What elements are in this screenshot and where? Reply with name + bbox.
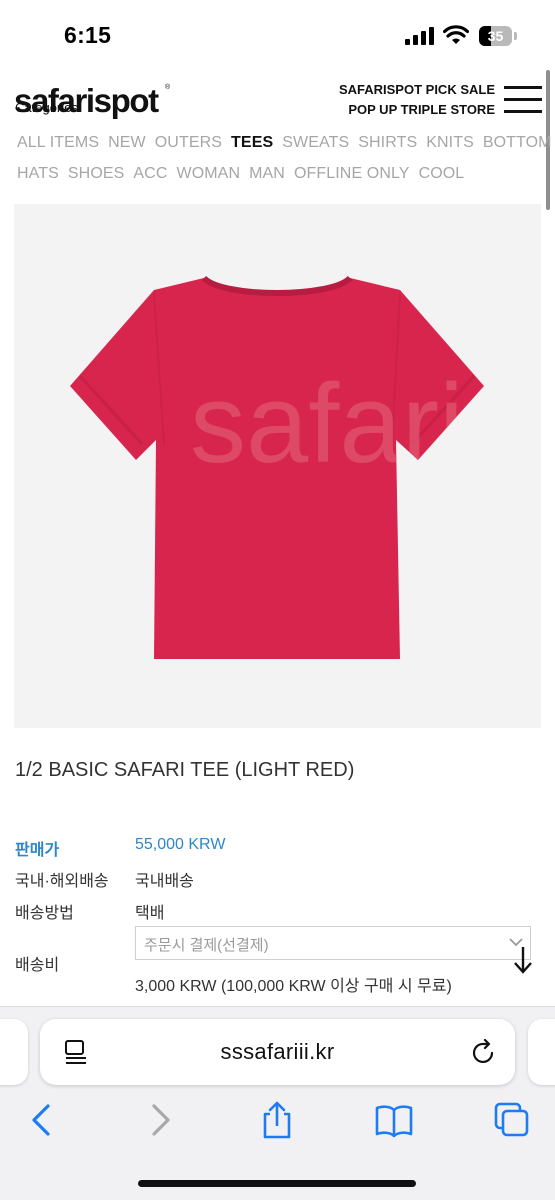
menu-line [504,110,542,113]
battery-percentage: 35 [487,28,504,44]
category-sweats[interactable]: SWEATS [282,134,349,152]
shipping-region-value: 국내배송 [135,873,194,890]
category-nav: ALL ITEMS NEW OUTERS TEES SWEATS SHIRTS … [17,127,551,189]
forward-icon[interactable] [140,1100,180,1140]
category-row-2: HATS SHOES ACC WOMAN MAN OFFLINE ONLY CO… [17,158,527,189]
battery-icon: 35 [479,26,517,46]
category-acc[interactable]: ACC [133,165,167,183]
wifi-icon [443,25,469,44]
product-image[interactable]: safari [14,204,541,728]
shipping-fee-label: 배송비 [15,957,60,974]
price-label: 판매가 [15,842,60,859]
status-time: 6:15 [64,22,112,48]
previous-tab-peek[interactable] [0,1019,28,1085]
category-woman[interactable]: WOMAN [177,165,241,183]
battery-tip [514,32,517,40]
cellular-signal-icon [405,27,434,45]
category-shirts[interactable]: SHIRTS [358,134,417,152]
status-bar: 6:15 35 [0,0,555,70]
shipping-fee-select-value: 주문시 결제(선결제) [144,937,269,954]
tshirt-collar [201,275,353,296]
category-shoes[interactable]: SHOES [68,165,125,183]
promo-line-store[interactable]: POP UP TRIPLE STORE [335,100,495,116]
category-new[interactable]: NEW [108,134,146,152]
address-bar[interactable]: sssafariii.kr [40,1019,515,1085]
shipping-method-label: 배송방법 [15,905,74,922]
category-tees[interactable]: TEES [231,134,273,152]
menu-line [504,86,542,89]
share-icon[interactable] [257,1100,297,1140]
category-hats[interactable]: HATS [17,165,59,183]
price-value: 55,000 KRW [135,836,226,853]
categories-label: Categories [15,100,78,115]
hamburger-menu-icon[interactable] [504,86,542,114]
scroll-down-arrow-icon[interactable] [512,945,534,975]
shipping-region-label: 국내·해외배송 [15,873,109,890]
registered-mark: ® [165,84,171,91]
tshirt-illustration: safari [70,275,484,659]
shipping-fee-select[interactable]: 주문시 결제(선결제) [135,926,531,960]
reload-icon[interactable] [472,1039,496,1065]
shipping-method-value: 택배 [135,905,165,922]
category-outers[interactable]: OUTERS [155,134,222,152]
category-bottom[interactable]: BOTTOM [483,134,552,152]
category-all-items[interactable]: ALL ITEMS [17,134,99,152]
category-row-1: ALL ITEMS NEW OUTERS TEES SWEATS SHIRTS … [17,127,551,158]
category-cool[interactable]: COOL [419,165,465,183]
next-tab-peek[interactable] [528,1019,555,1085]
category-offline-only[interactable]: OFFLINE ONLY [294,165,410,183]
shipping-fee-note: 3,000 KRW (100,000 KRW 이상 구매 시 무료) [135,978,452,995]
back-icon[interactable] [22,1100,62,1140]
menu-line [504,98,542,101]
tabs-icon[interactable] [492,1100,532,1140]
category-knits[interactable]: KNITS [426,134,474,152]
home-indicator [138,1180,416,1187]
promo-line-sale[interactable]: SAFARISPOT PICK SALE [335,80,495,100]
bookmarks-icon[interactable] [374,1100,414,1140]
promo-banner[interactable]: SAFARISPOT PICK SALE POP UP TRIPLE STORE [335,80,495,116]
category-man[interactable]: MAN [249,165,285,183]
url-text[interactable]: sssafariii.kr [40,1039,515,1065]
tshirt-print: safari [190,361,464,486]
product-title: 1/2 BASIC SAFARI TEE (LIGHT RED) [15,759,355,781]
